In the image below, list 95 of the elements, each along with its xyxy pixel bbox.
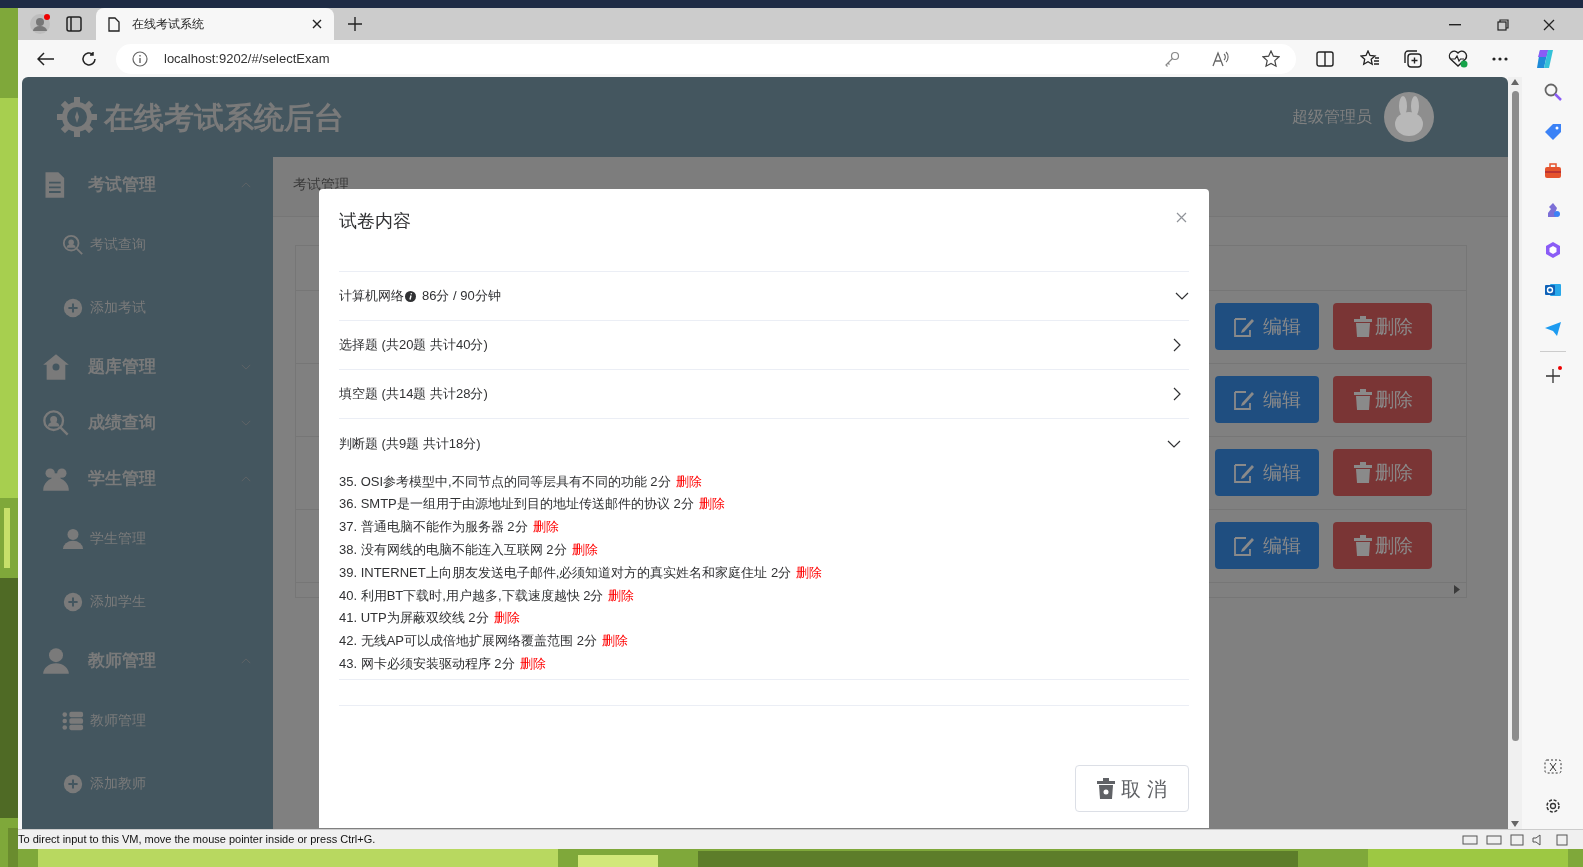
favorites-icon[interactable]: [1360, 49, 1380, 68]
chevron-down-icon[interactable]: [1167, 439, 1181, 448]
browser-tab[interactable]: 在线考试系统: [96, 8, 334, 40]
edit-icon: [1233, 315, 1255, 338]
add-icon[interactable]: [1543, 366, 1562, 384]
person-icon: [42, 647, 70, 675]
key-icon[interactable]: [1164, 50, 1180, 67]
trash-icon: [1352, 534, 1373, 557]
scrollbar[interactable]: [1508, 77, 1523, 829]
question-text: 43. 网卡必须安装驱动程序 2分: [339, 655, 515, 673]
refresh-icon[interactable]: [81, 50, 97, 67]
person-icon: [62, 527, 84, 550]
add-circle-icon: [62, 772, 84, 795]
delete-button[interactable]: 删除: [1333, 522, 1432, 570]
new-tab-icon[interactable]: [348, 17, 362, 31]
question-text: 36. SMTP是一组用于由源地址到目的地址传送邮件的协议 2分: [339, 495, 694, 514]
question-text: 38. 没有网线的电脑不能连入互联网 2分: [339, 541, 567, 560]
chevron-right-icon[interactable]: [1173, 338, 1181, 352]
cancel-button[interactable]: 取 消: [1075, 765, 1189, 812]
gear-icon: [56, 96, 98, 138]
tab-title: 在线考试系统: [132, 16, 205, 33]
delete-button[interactable]: 删除: [1333, 449, 1432, 497]
profile-icon[interactable]: [30, 14, 50, 34]
tag-icon[interactable]: [1543, 123, 1562, 141]
delete-link[interactable]: 删除: [675, 471, 702, 492]
question-text: 35. OSI参考模型中,不同节点的同等层具有不同的功能 2分: [339, 472, 671, 491]
modal-title: 试卷内容: [339, 209, 411, 233]
scroll-down-icon[interactable]: [1511, 821, 1520, 827]
info-icon: [132, 50, 148, 67]
screenshot-icon[interactable]: [1543, 759, 1562, 775]
edit-icon: [1233, 461, 1255, 484]
question-text: 41. UTP为屏蔽双绞线 2分: [339, 609, 489, 628]
address-bar[interactable]: localhost:9202/#/selectExam: [116, 43, 1296, 74]
search-icon[interactable]: [1543, 83, 1562, 101]
split-screen-icon[interactable]: [1316, 50, 1334, 67]
delete-button[interactable]: 删除: [1333, 303, 1432, 351]
edit-button[interactable]: 编辑: [1215, 303, 1319, 351]
trash-icon: [1097, 778, 1116, 799]
delete-link[interactable]: 删除: [532, 517, 559, 537]
send-icon[interactable]: [1543, 321, 1562, 337]
delete-link[interactable]: 删除: [608, 585, 635, 606]
list-icon: [62, 709, 84, 732]
close-icon[interactable]: [312, 19, 322, 29]
question-text: 39. INTERNET上向朋友发送电子邮件,必须知道对方的真实姓名和家庭住址 2分: [339, 563, 792, 582]
question-text: 37. 普通电脑不能作为服务器 2分: [339, 518, 528, 537]
collapse-header[interactable]: 填空题 (共14题 共计28分): [339, 370, 1189, 419]
house-icon: [42, 353, 70, 381]
chevron-right-icon[interactable]: [1173, 387, 1181, 401]
star-icon[interactable]: [1262, 49, 1280, 68]
delete-link[interactable]: 删除: [571, 540, 598, 560]
avatar[interactable]: [1384, 92, 1435, 142]
close-window-icon[interactable]: [1543, 19, 1555, 31]
delete-link[interactable]: 删除: [698, 494, 725, 514]
info-icon: [405, 290, 416, 302]
settings-icon[interactable]: [1543, 797, 1562, 815]
more-icon[interactable]: [1492, 56, 1508, 61]
trash-icon: [1352, 315, 1373, 338]
status-text: To direct input to this VM, move the mouse pointer inside or press Ctrl+G.: [18, 832, 376, 848]
office-icon[interactable]: [1543, 241, 1562, 259]
edit-button[interactable]: 编辑: [1215, 449, 1319, 497]
delete-link[interactable]: 删除: [601, 631, 628, 651]
question-text: 42. 无线AP可以成倍地扩展网络覆盖范围 2分: [339, 632, 597, 651]
outlook-icon[interactable]: [1543, 281, 1562, 299]
restore-icon[interactable]: [1497, 19, 1509, 31]
delete-link[interactable]: 删除: [519, 654, 546, 674]
trash-icon: [1352, 461, 1373, 484]
trash-icon: [1352, 388, 1373, 411]
back-icon[interactable]: [37, 51, 55, 66]
add-circle-icon: [62, 590, 84, 613]
chevron-down-icon[interactable]: [1175, 292, 1189, 300]
collapse-header[interactable]: 计算机网络 86分 / 90分钟: [339, 272, 1189, 321]
collapse-header[interactable]: 选择题 (共20题 共计40分): [339, 321, 1189, 370]
page-icon: [108, 16, 120, 32]
user-name: 超级管理员: [1292, 107, 1373, 127]
search-icon: [62, 233, 84, 256]
delete-link[interactable]: 删除: [796, 562, 823, 583]
tab-actions-icon[interactable]: [66, 16, 82, 32]
edit-icon: [1233, 388, 1255, 411]
add-circle-icon: [62, 296, 84, 319]
edit-icon: [1233, 534, 1255, 557]
briefcase-icon[interactable]: [1543, 163, 1562, 179]
scroll-up-icon[interactable]: [1511, 79, 1520, 85]
health-icon[interactable]: [1448, 49, 1468, 68]
read-aloud-icon[interactable]: [1212, 50, 1230, 67]
edit-button[interactable]: 编辑: [1215, 522, 1319, 570]
delete-link[interactable]: 删除: [493, 608, 520, 628]
search-icon: [42, 409, 70, 437]
question-text: 40. 利用BT下载时,用户越多,下载速度越快 2分: [339, 586, 604, 605]
minimize-icon[interactable]: [1449, 24, 1461, 26]
collapse-header[interactable]: 判断题 (共9题 共计18分): [339, 419, 1189, 468]
delete-button[interactable]: 删除: [1333, 376, 1432, 424]
copilot-icon[interactable]: [1534, 47, 1556, 70]
edit-button[interactable]: 编辑: [1215, 376, 1319, 424]
scroll-right-icon[interactable]: [1454, 585, 1460, 595]
collections-icon[interactable]: [1404, 49, 1422, 68]
